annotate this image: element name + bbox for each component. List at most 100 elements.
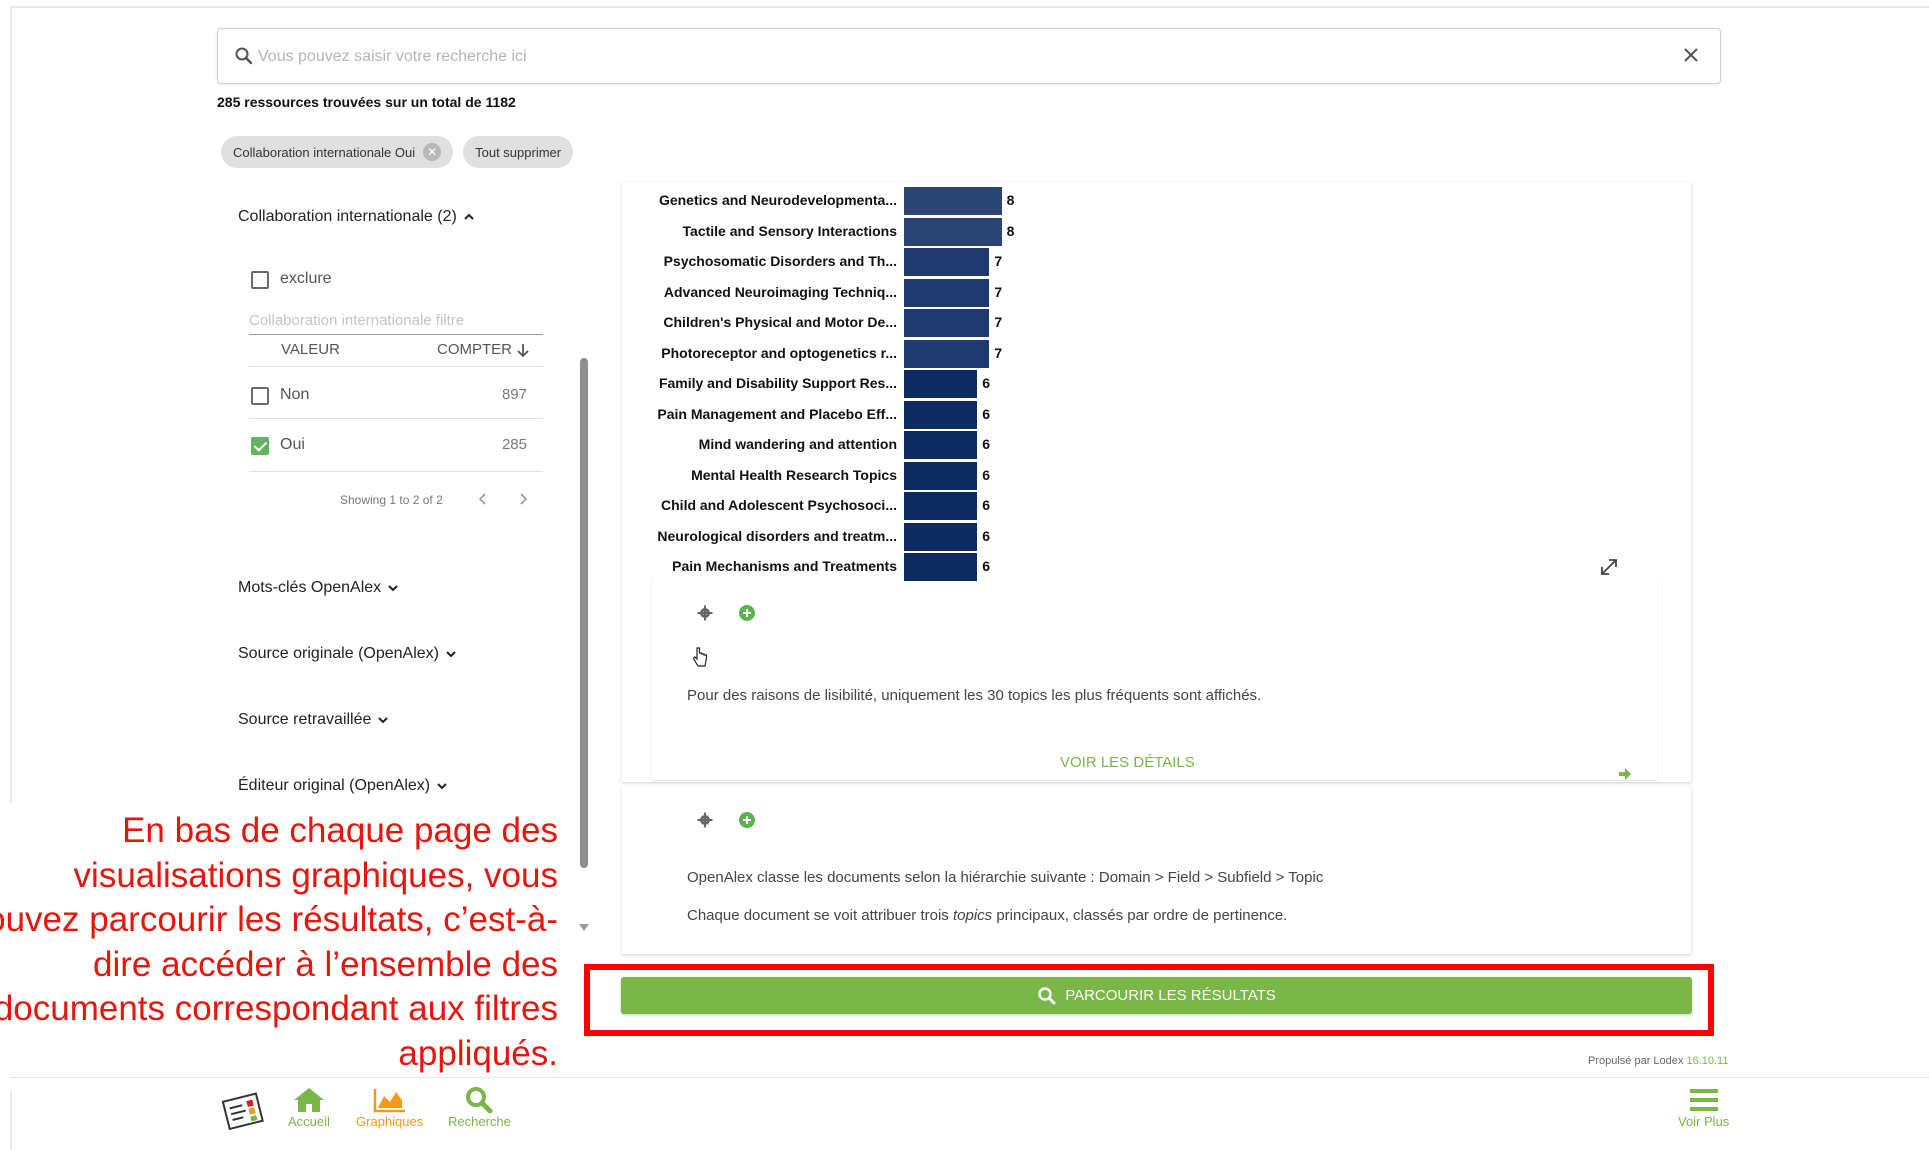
area-chart-icon	[373, 1089, 405, 1113]
facet-filter-input[interactable]	[249, 306, 543, 335]
bar-label: Pain Management and Placebo Eff...	[657, 405, 897, 422]
info-line-2: Chaque document se voit attribuer trois …	[687, 907, 1287, 924]
menu-icon	[1689, 1089, 1718, 1111]
bar-value-label: 6	[982, 558, 990, 574]
column-header-count-label: COMPTER	[437, 341, 512, 358]
bar-label: Advanced Neuroimaging Techniq...	[663, 283, 897, 300]
clear-search-icon[interactable]	[1680, 44, 1702, 66]
chevron-down-icon	[378, 717, 389, 724]
comment-add-icon[interactable]	[738, 811, 756, 829]
powered-by-text: Propulsé par Lodex	[1588, 1055, 1687, 1067]
bar-label: Mental Health Research Topics	[691, 466, 897, 483]
bar-value-label: 7	[994, 344, 1003, 361]
bar[interactable]	[904, 248, 990, 276]
column-header-count[interactable]: COMPTER	[437, 341, 531, 358]
facet-title: Source retravaillée	[238, 711, 372, 728]
nav-home[interactable]: Accueil	[288, 1086, 330, 1129]
gear-icon[interactable]	[696, 811, 714, 829]
bar-value-label: 8	[1006, 192, 1015, 208]
bar-label: Photoreceptor and optogenetics r...	[661, 344, 897, 361]
chevron-up-icon	[464, 213, 474, 220]
pagination-status: Showing 1 to 2 of 2	[340, 493, 443, 507]
bar-value-label: 6	[982, 405, 990, 422]
bar[interactable]	[904, 522, 978, 551]
nav-more[interactable]: Voir Plus	[1678, 1086, 1729, 1129]
nav-charts-label: Graphiques	[356, 1114, 424, 1129]
bar-label: Genetics and Neurodevelopmenta...	[658, 192, 897, 208]
pointer-hand-icon	[692, 647, 708, 667]
scroll-down-arrow-icon[interactable]	[579, 924, 589, 931]
column-header-value[interactable]: VALEUR	[281, 341, 340, 358]
clear-all-filters-button[interactable]: Tout supprimer	[463, 136, 574, 168]
bar-value-label: 7	[994, 314, 1003, 330]
comment-add-icon[interactable]	[738, 604, 756, 622]
previous-page-icon[interactable]	[474, 490, 492, 508]
divider	[249, 366, 543, 367]
bar[interactable]	[904, 309, 990, 337]
logo[interactable]	[220, 1091, 268, 1133]
nav-search-label: Recherche	[448, 1114, 511, 1129]
bar[interactable]	[904, 461, 978, 490]
facet-mots-cles-openalex[interactable]: Mots-clés OpenAlex	[238, 579, 400, 597]
powered-by: Propulsé par Lodex 16.10.11	[1588, 1055, 1728, 1067]
divider	[249, 471, 543, 472]
bar[interactable]	[904, 217, 1002, 246]
bar-label: Pain Mechanisms and Treatments	[672, 558, 897, 574]
expand-icon[interactable]	[1598, 556, 1620, 578]
exclude-checkbox[interactable]	[251, 271, 269, 289]
scrollbar[interactable]	[580, 358, 588, 868]
active-filter-label: Collaboration internationale Oui	[233, 144, 416, 160]
nav-search[interactable]: Recherche	[448, 1086, 511, 1129]
facet-source-originale[interactable]: Source originale (OpenAlex)	[238, 645, 458, 663]
info-line-2-emphasis: topics	[952, 907, 993, 924]
search-icon	[235, 47, 253, 65]
facet-row-label: Oui	[280, 436, 305, 453]
arrow-right-icon[interactable]	[1618, 767, 1632, 781]
bar-label: Family and Disability Support Res...	[658, 375, 897, 391]
chevron-down-icon	[437, 783, 447, 790]
bar-value-label: 6	[982, 375, 990, 391]
bar-label: Mind wandering and attention	[698, 436, 897, 452]
next-page-icon[interactable]	[514, 490, 532, 508]
chart-note: Pour des raisons de lisibilité, uniqueme…	[687, 687, 1262, 704]
nav-charts[interactable]: Graphiques	[356, 1086, 423, 1129]
facet-row-checkbox-oui[interactable]	[251, 437, 269, 455]
bar-label: Children's Physical and Motor De...	[663, 314, 897, 330]
bar-value-label: 7	[994, 253, 1003, 269]
divider	[249, 418, 543, 419]
chart-footer-card	[652, 580, 1657, 780]
bar[interactable]	[904, 187, 1002, 215]
remove-filter-icon[interactable]: ✕	[423, 143, 442, 161]
active-filter-chip[interactable]: Collaboration internationale Oui ✕	[221, 136, 454, 168]
view-details-link[interactable]: VOIR LES DÉTAILS	[1060, 754, 1195, 771]
bar-value-label: 6	[982, 497, 990, 513]
gear-icon[interactable]	[696, 604, 714, 622]
info-line-2-end: principaux, classés par ordre de pertine…	[992, 907, 1288, 924]
bar[interactable]	[904, 492, 978, 520]
bar-value-label: 6	[982, 436, 990, 452]
facet-row-checkbox-non[interactable]	[251, 387, 269, 405]
facet-editeur-original[interactable]: Éditeur original (OpenAlex)	[238, 777, 449, 795]
annotation-panel: En bas de chaque page des visualisations…	[0, 803, 572, 1091]
bar[interactable]	[904, 339, 990, 368]
info-line-2-start: Chaque document se voit attribuer trois	[687, 907, 953, 924]
lodex-version[interactable]: 16.10.11	[1686, 1055, 1728, 1067]
facet-source-retravaillee[interactable]: Source retravaillée	[238, 711, 390, 729]
facet-row-count: 285	[501, 436, 527, 453]
bar-value-label: 6	[982, 527, 990, 544]
bar[interactable]	[904, 400, 978, 429]
search-input[interactable]	[256, 41, 1640, 73]
bar[interactable]	[904, 370, 978, 398]
footer-divider	[10, 1077, 1929, 1078]
bar[interactable]	[904, 278, 990, 307]
active-filters: Collaboration internationale Oui ✕ Tout …	[221, 136, 574, 168]
facet-title: Source originale (OpenAlex)	[238, 645, 439, 662]
bar[interactable]	[904, 431, 978, 459]
facet-collaboration-internationale[interactable]: Collaboration internationale (2)	[238, 208, 476, 226]
facet-row-label: Non	[280, 386, 310, 403]
chevron-down-icon	[388, 585, 398, 592]
facet-row-count: 897	[501, 386, 527, 403]
bar[interactable]	[904, 553, 978, 581]
arrow-down-icon	[517, 343, 529, 357]
logo-icon	[221, 1092, 264, 1131]
